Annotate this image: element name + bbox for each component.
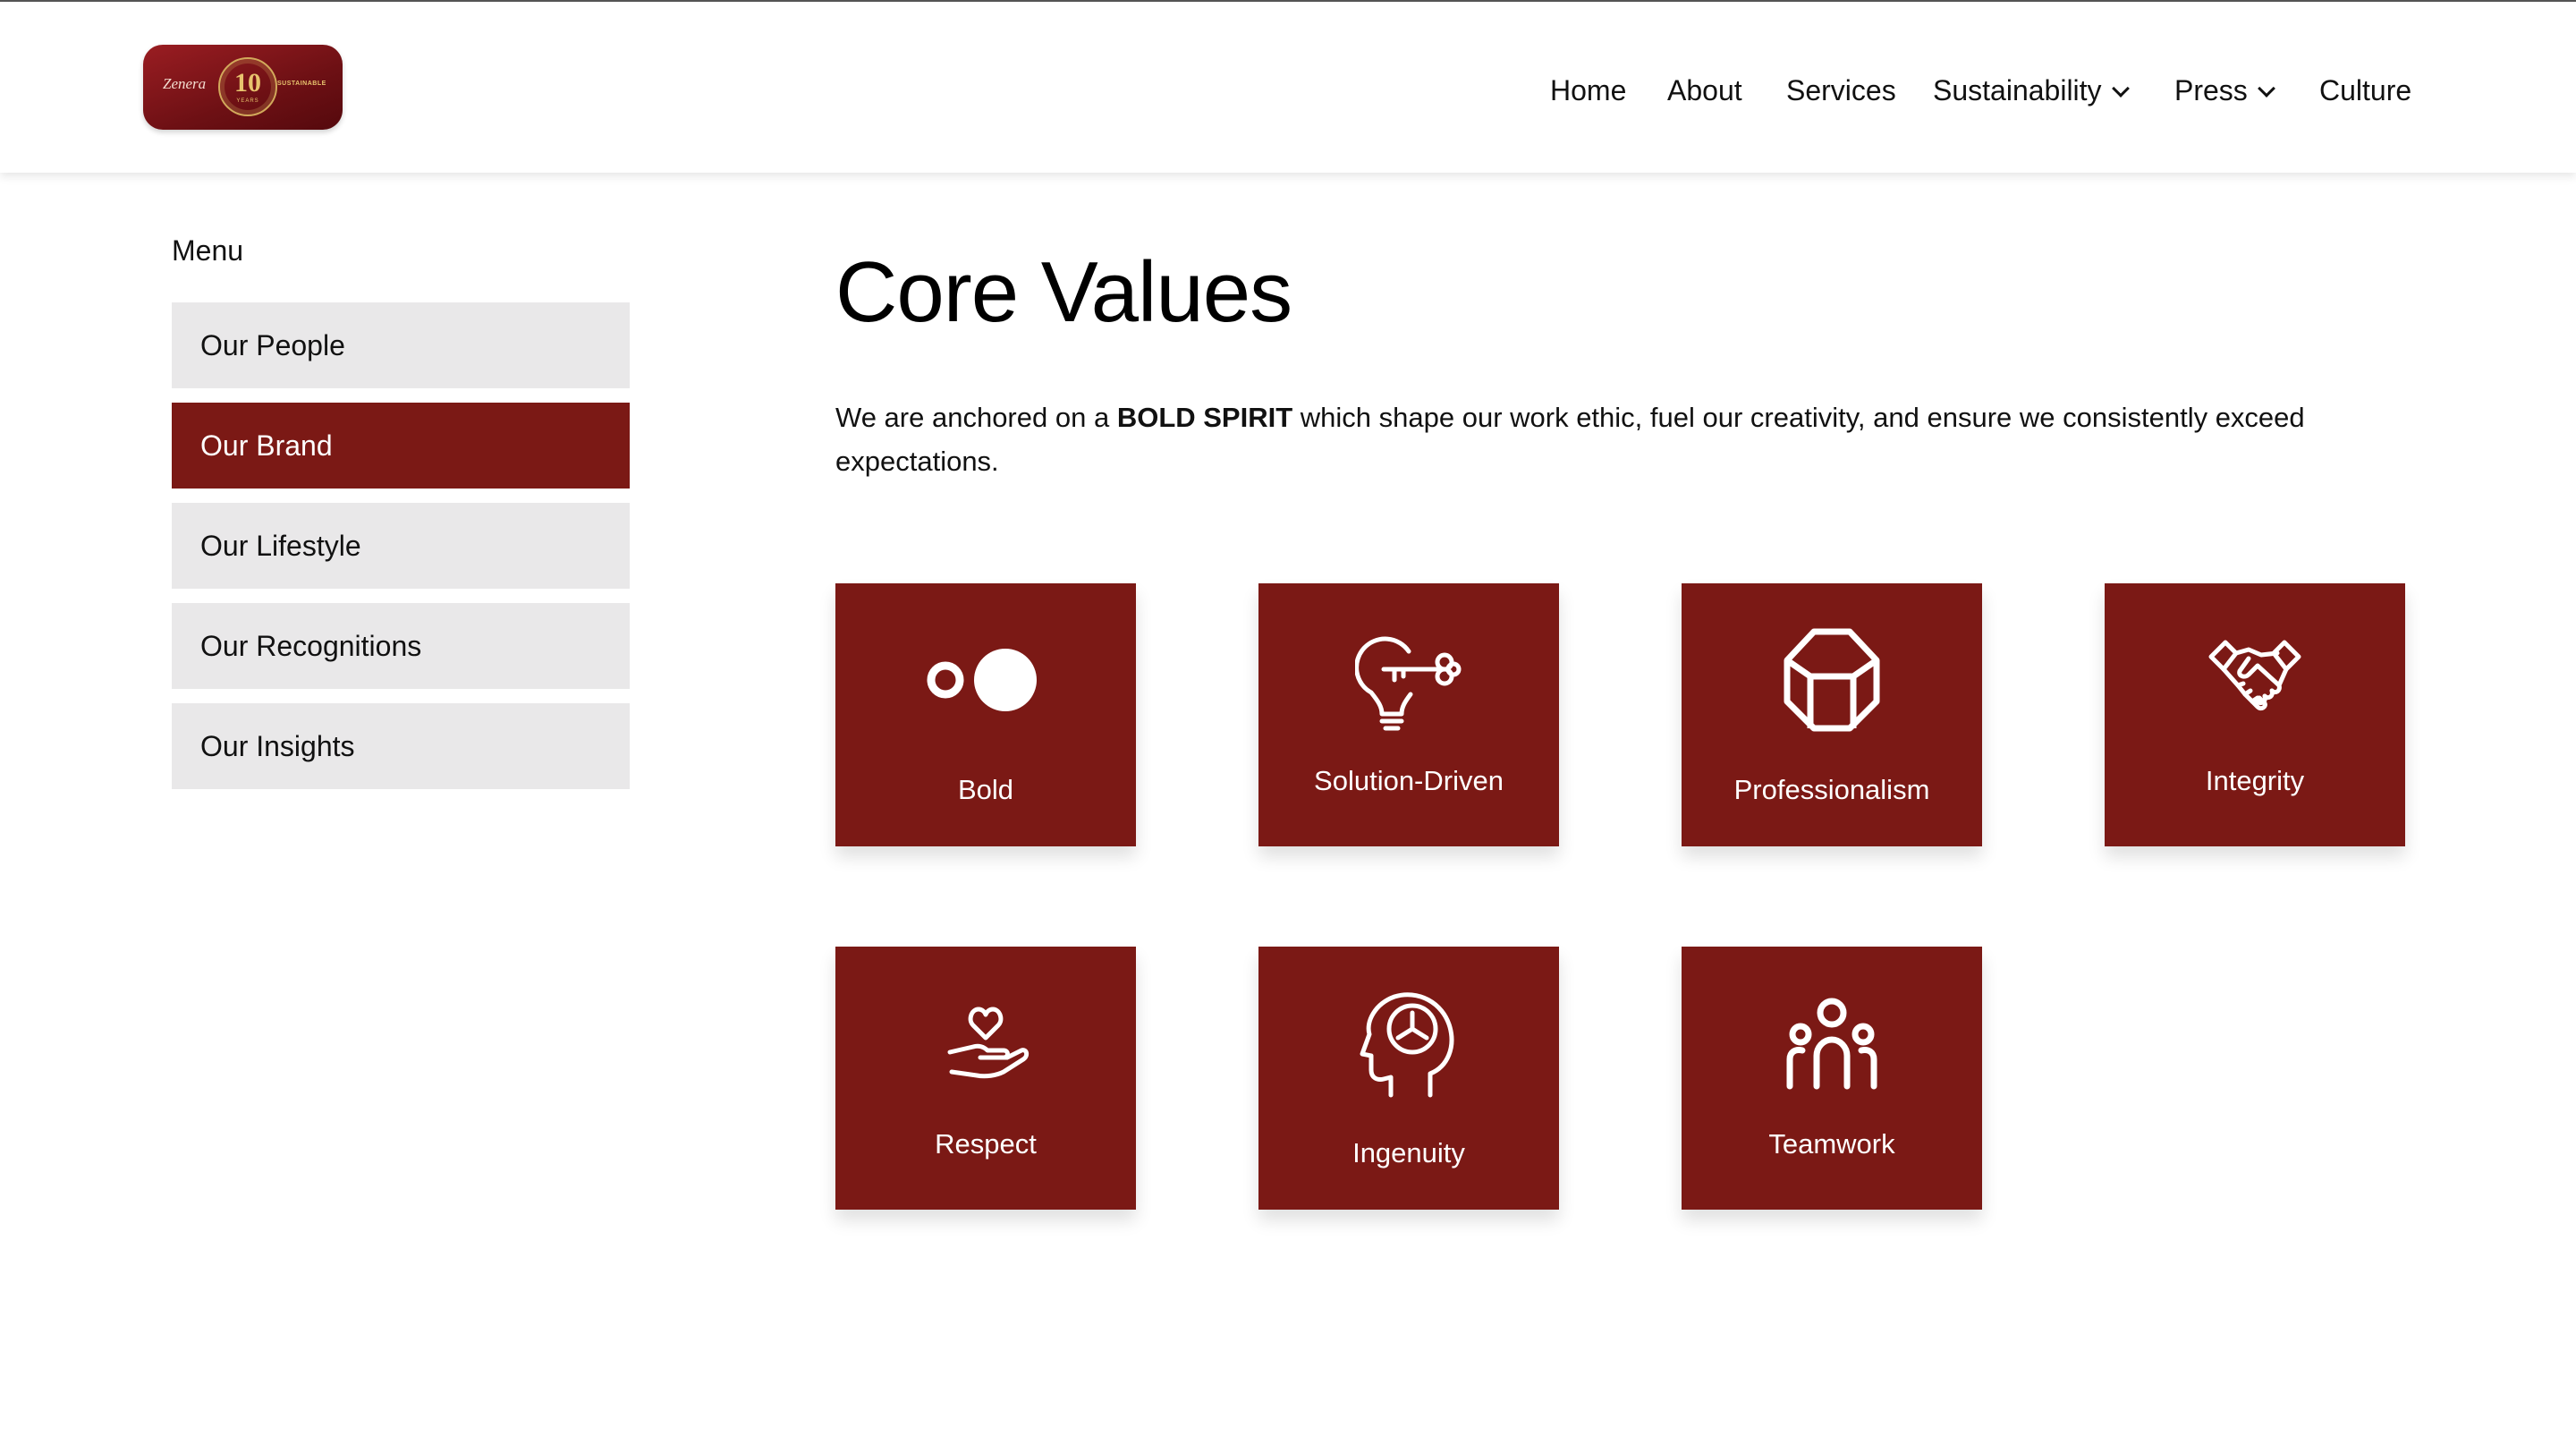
site-header: Zenera 10 YEARS SUSTAINABLE Home About S…	[0, 2, 2576, 173]
nav-services[interactable]: Services	[1786, 70, 1896, 111]
chevron-down-icon	[2257, 80, 2275, 98]
page-title: Core Values	[835, 244, 1292, 340]
value-label-professionalism: Professionalism	[1733, 774, 1930, 805]
value-label-teamwork: Teamwork	[1768, 1128, 1895, 1160]
value-card-teamwork[interactable]: Teamwork	[1682, 947, 1982, 1210]
nav-sustainability[interactable]: Sustainability	[1933, 70, 2130, 111]
value-card-respect[interactable]: Respect	[835, 947, 1136, 1210]
main-nav: Home About Services Sustainability Press…	[0, 70, 2576, 111]
team-people-icon	[1682, 993, 1982, 1092]
sidebar-item-our-people[interactable]: Our People	[172, 302, 630, 388]
nav-culture[interactable]: Culture	[2319, 70, 2411, 111]
handshake-icon	[2105, 635, 2405, 716]
nav-sustainability-label: Sustainability	[1933, 74, 2102, 106]
intro-text-start: We are anchored on a	[835, 402, 1117, 433]
value-card-integrity[interactable]: Integrity	[2105, 583, 2405, 846]
lightbulb-key-icon	[1258, 626, 1559, 734]
nav-home[interactable]: Home	[1550, 70, 1626, 111]
value-label-ingenuity: Ingenuity	[1352, 1137, 1465, 1168]
sidebar-item-our-lifestyle[interactable]: Our Lifestyle	[172, 503, 630, 589]
value-label-bold: Bold	[957, 774, 1014, 805]
nav-press[interactable]: Press	[2174, 70, 2275, 111]
sidebar-item-our-recognitions[interactable]: Our Recognitions	[172, 603, 630, 689]
head-gear-icon	[1258, 984, 1559, 1100]
value-card-bold[interactable]: Bold	[835, 583, 1136, 846]
nav-about[interactable]: About	[1667, 70, 1742, 111]
hexagon-cube-icon	[1682, 625, 1982, 735]
value-card-ingenuity[interactable]: Ingenuity	[1258, 947, 1559, 1210]
intro-bold-text: BOLD SPIRIT	[1116, 402, 1293, 433]
value-card-solution-driven[interactable]: Solution-Driven	[1258, 583, 1559, 846]
sidebar-item-our-brand[interactable]: Our Brand	[172, 403, 630, 489]
value-card-professionalism[interactable]: Professionalism	[1682, 583, 1982, 846]
chevron-down-icon	[2111, 80, 2130, 98]
nav-press-label: Press	[2174, 74, 2248, 106]
value-label-integrity: Integrity	[2205, 765, 2305, 796]
sidebar-title: Menu	[172, 234, 244, 267]
heart-hand-icon	[835, 1000, 1136, 1090]
value-label-solution-driven: Solution-Driven	[1314, 765, 1504, 796]
intro-paragraph: We are anchored on a BOLD SPIRIT which s…	[835, 395, 2356, 483]
value-label-respect: Respect	[935, 1128, 1037, 1160]
bold-dots-icon	[835, 646, 1136, 714]
sidebar-item-our-insights[interactable]: Our Insights	[172, 703, 630, 789]
